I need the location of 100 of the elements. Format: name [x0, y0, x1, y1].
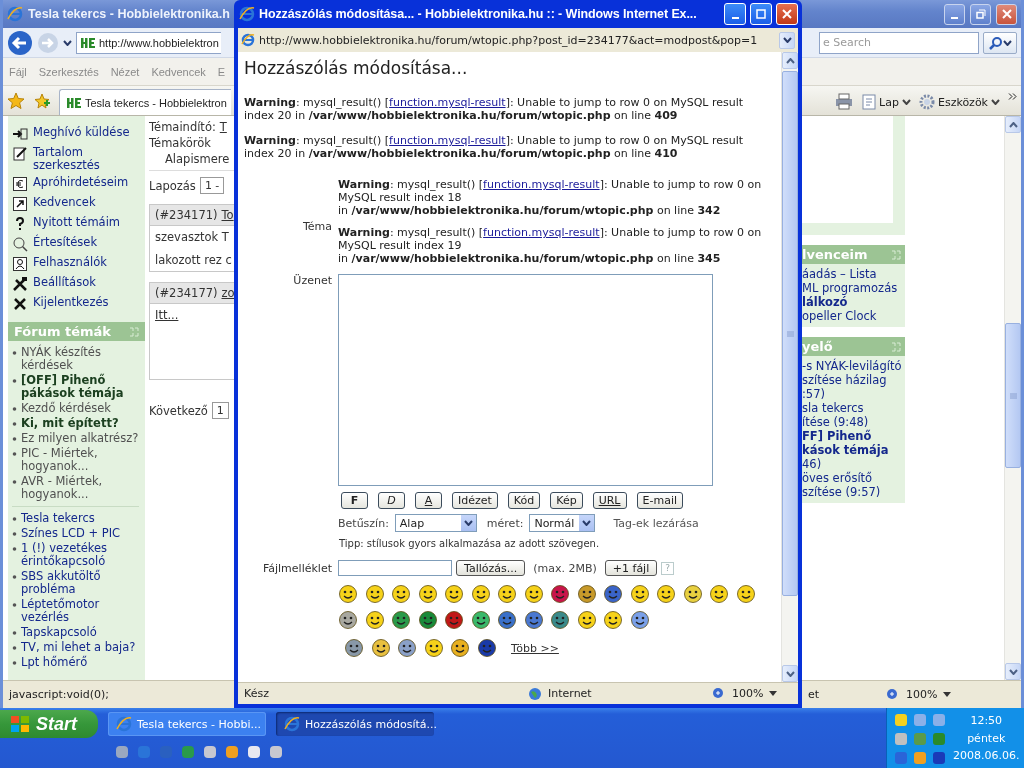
quick-launch-icon[interactable] [246, 744, 262, 760]
zoom-text[interactable]: 100% [900, 688, 944, 701]
box-link[interactable]: FF] Pihenő [802, 429, 905, 443]
popup-scrollbar[interactable] [781, 52, 798, 682]
scroll-down-button[interactable] [1005, 663, 1021, 680]
message-field[interactable] [338, 274, 713, 486]
scroll-up-button[interactable] [782, 52, 798, 69]
smiley-icon [550, 584, 570, 604]
zoom-text[interactable]: 100% [726, 687, 770, 700]
restore-button[interactable] [970, 3, 991, 25]
maximize-button[interactable] [750, 3, 772, 25]
page-select[interactable]: 1 - [199, 177, 225, 194]
add-file-button[interactable]: +1 fájl [604, 560, 658, 576]
author-link[interactable]: To [221, 208, 234, 222]
tray-icon[interactable] [912, 712, 928, 728]
status-text: Kész [243, 687, 270, 700]
tray-icon[interactable] [912, 750, 928, 766]
scroll-down-button[interactable] [782, 665, 798, 682]
tools-menu-button[interactable]: Eszközök [918, 89, 1000, 115]
doc-link[interactable]: function.mysql-result [389, 134, 506, 147]
sidebar-link[interactable]: Tartalom szerkesztés [33, 146, 145, 172]
topic-link[interactable]: Tesla tekercs [21, 512, 95, 525]
address-dropdown-button[interactable] [779, 31, 795, 49]
doc-link[interactable]: function.mysql-result [389, 96, 506, 109]
author-link[interactable]: zo [221, 286, 235, 300]
doc-link[interactable]: function.mysql-result [483, 178, 600, 191]
box-link[interactable]: lálkozó [802, 295, 905, 309]
quick-launch-icon[interactable] [224, 744, 240, 760]
scroll-thumb[interactable] [1005, 323, 1021, 468]
topic-link[interactable]: [OFF] Pihenő pákások témája [21, 374, 145, 400]
next-select[interactable]: 1 [211, 402, 229, 419]
search-button[interactable] [983, 31, 1017, 54]
box-link[interactable]: ML programozás [802, 281, 905, 295]
sidebar-link[interactable]: Kedvencek [33, 196, 96, 209]
box-link[interactable]: kások témája [802, 443, 905, 457]
browse-button[interactable]: Tallózás... [456, 560, 526, 576]
doc-link[interactable]: function.mysql-result [483, 226, 600, 239]
topic-link[interactable]: Ki, mit épített? [21, 417, 119, 430]
close-button[interactable] [996, 3, 1017, 25]
tray-icon[interactable] [893, 731, 909, 747]
tray-icon[interactable] [893, 712, 909, 728]
format-button[interactable]: A [415, 492, 442, 509]
format-button[interactable]: Kód [507, 492, 541, 509]
quick-launch-icon[interactable] [202, 744, 218, 760]
format-button[interactable]: URL [592, 492, 627, 509]
sidebar-link[interactable]: Felhasználók [33, 256, 107, 269]
sidebar-link[interactable]: Meghívó küldése [33, 126, 130, 139]
sidebar-link[interactable]: Nyitott témáim [33, 216, 121, 229]
box-link[interactable]: 46) [802, 457, 905, 471]
format-button[interactable]: Kép [550, 492, 583, 509]
box-link[interactable]: szítése házilag [802, 373, 905, 387]
scroll-thumb[interactable] [782, 71, 798, 596]
topic-link[interactable]: PIC - Miértek, hogyanok... [21, 447, 145, 473]
box-link[interactable]: szítése (9:57) [802, 485, 905, 499]
tray-icon[interactable] [931, 750, 947, 766]
topic-link[interactable]: Kezdő kérdések [21, 402, 112, 415]
sidebar-link[interactable]: Kijelentkezés [33, 296, 109, 309]
format-button[interactable]: D [378, 492, 405, 509]
scroll-up-button[interactable] [1005, 116, 1021, 133]
more-smileys-link[interactable]: Több >> [511, 641, 559, 655]
browser-tab[interactable]: Tesla tekercs - Hobbielektron [59, 89, 231, 115]
box-link[interactable]: öves erősítő [802, 471, 905, 485]
format-button[interactable]: F [341, 492, 368, 509]
size-select[interactable]: Normál [529, 514, 596, 532]
close-tags-link[interactable]: Tag-ek lezárása [613, 516, 699, 530]
box-link[interactable]: :57) [802, 387, 905, 401]
page-menu-button[interactable]: Lap [862, 89, 911, 115]
topic-link[interactable]: Tapskapcsoló [21, 626, 97, 639]
topic-link[interactable]: AVR - Miértek, hogyanok... [21, 475, 145, 501]
sidebar-link[interactable]: Beállítások [33, 276, 96, 289]
tray-icon[interactable] [893, 750, 909, 766]
topic-link[interactable]: SBS akkutöltő probléma [21, 570, 145, 596]
sidebar-link[interactable]: Értesítések [33, 236, 98, 249]
topic-link[interactable]: 1 (!) vezetékes érintőkapcsoló [21, 542, 145, 568]
topic-link[interactable]: TV, mi lehet a baja? [21, 641, 136, 654]
file-field[interactable] [338, 560, 452, 576]
box-link[interactable]: áadás – Lista [802, 267, 905, 281]
taskbar-task[interactable]: Hozzászólás módosítá... [276, 712, 434, 736]
page-scrollbar[interactable] [1004, 116, 1021, 680]
topic-link[interactable]: NYÁK készítés kérdések [21, 346, 145, 372]
starter-link[interactable]: T [219, 120, 227, 134]
box-link[interactable]: -s NYÁK-levilágító [802, 359, 905, 373]
start-button[interactable]: Start [0, 710, 98, 738]
quick-launch-icon[interactable] [114, 744, 130, 760]
format-button[interactable]: Idézet [452, 492, 498, 509]
topic-link[interactable]: Színes LCD + PIC [21, 527, 121, 540]
minimize-button[interactable] [944, 3, 965, 25]
sidebar-link[interactable]: Apróhirdetéseim [33, 176, 129, 189]
topic-link[interactable]: Léptetőmotor vezérlés [21, 598, 145, 624]
box-link[interactable]: ítése (9:48) [802, 415, 905, 429]
topic-link[interactable]: Lpt hőmérő [21, 656, 88, 669]
topic-link[interactable]: Ez milyen alkatrész? [21, 432, 139, 445]
taskbar-task[interactable]: Tesla tekercs - Hobbi... [108, 712, 266, 736]
format-button[interactable]: E-mail [636, 492, 683, 509]
box-link[interactable]: sla tekercs [802, 401, 905, 415]
quick-launch-icon[interactable] [268, 744, 284, 760]
tray-icon[interactable] [931, 712, 947, 728]
address-field[interactable]: http://www.hobbielektron [76, 31, 221, 54]
box-link[interactable]: opeller Clock [802, 309, 905, 323]
color-select[interactable]: Alap [394, 514, 477, 532]
